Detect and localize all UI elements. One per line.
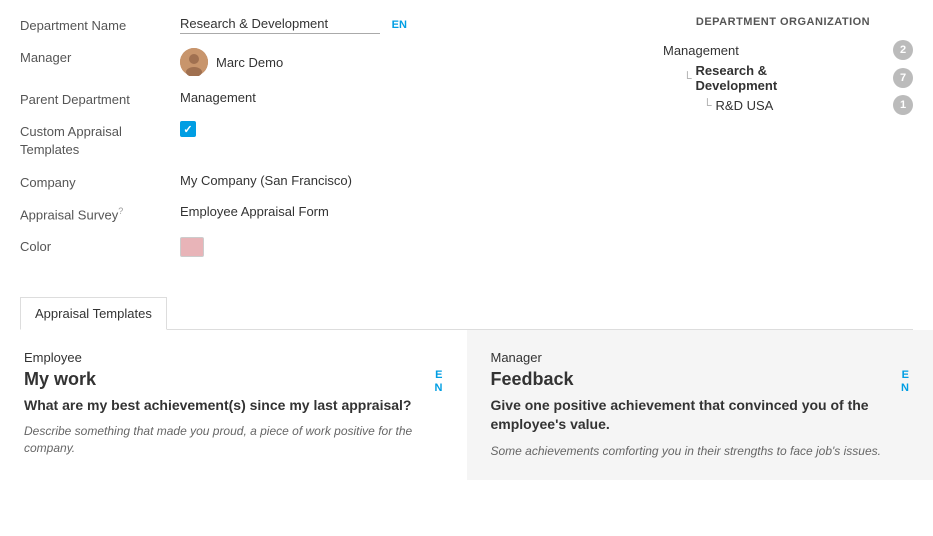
employee-lang1: E	[435, 369, 442, 381]
org-rnd-badge: 1	[893, 95, 913, 115]
org-research-line: └	[683, 71, 692, 85]
manager-name: Marc Demo	[216, 55, 283, 70]
tab-appraisal-templates[interactable]: Appraisal Templates	[20, 297, 167, 330]
manager-question: Give one positive achievement that convi…	[491, 396, 910, 435]
company-row: Company My Company (San Francisco)	[20, 173, 613, 190]
main-content: Department Name EN Manager Marc Demo	[0, 0, 933, 287]
appraisal-grid: Employee My work E N What are my best ac…	[0, 330, 933, 480]
org-rnd-indent: └ R&D USA	[703, 98, 773, 113]
department-name-lang: EN	[392, 19, 407, 31]
employee-desc: Describe something that made you proud, …	[24, 423, 443, 457]
manager-row: Manager Marc Demo	[20, 48, 613, 76]
employee-header-row: My work E N	[24, 369, 443, 396]
color-label: Color	[20, 237, 180, 254]
manager-desc: Some achievements comforting you in thei…	[491, 443, 910, 460]
org-section: DEPARTMENT ORGANIZATION Management 2 └ R…	[653, 16, 913, 271]
org-research-label: Research &Development	[696, 63, 778, 93]
department-name-input[interactable]	[180, 16, 380, 34]
manager-label: Manager	[20, 48, 180, 65]
manager-role: Manager	[491, 350, 910, 365]
parent-department-label: Parent Department	[20, 90, 180, 107]
color-value	[180, 237, 613, 257]
appraisal-survey-value: Employee Appraisal Form	[180, 204, 613, 219]
appraisal-survey-label: Appraisal Survey?	[20, 204, 180, 222]
employee-lang2: N	[435, 382, 443, 394]
company-value: My Company (San Francisco)	[180, 173, 613, 188]
manager-title: Feedback	[491, 369, 574, 390]
manager-lang2: N	[901, 382, 909, 394]
tabs-bar: Appraisal Templates	[20, 297, 913, 330]
manager-col: Manager Feedback E N Give one positive a…	[467, 330, 933, 480]
org-rnd-child: └ R&D USA 1	[683, 94, 913, 116]
org-management-row: Management 2	[663, 38, 913, 62]
appraisal-survey-superscript: ?	[118, 206, 123, 216]
color-row: Color	[20, 237, 613, 257]
org-rnd-label: R&D USA	[716, 98, 774, 113]
org-title: DEPARTMENT ORGANIZATION	[653, 16, 913, 28]
department-name-value: EN	[180, 16, 613, 34]
custom-appraisal-label: Custom Appraisal Templates	[20, 121, 180, 159]
org-tree: Management 2 └ Research &Development 7 └	[653, 38, 913, 116]
company-label: Company	[20, 173, 180, 190]
employee-role: Employee	[24, 350, 443, 365]
parent-department-row: Parent Department Management	[20, 90, 613, 107]
custom-appraisal-checkbox[interactable]	[180, 121, 613, 137]
appraisal-survey-row: Appraisal Survey? Employee Appraisal For…	[20, 204, 613, 222]
manager-value: Marc Demo	[180, 48, 613, 76]
department-name-label: Department Name	[20, 16, 180, 33]
org-management-badge: 2	[893, 40, 913, 60]
manager-lang-badges: E N	[901, 369, 909, 394]
manager-lang1: E	[902, 369, 909, 381]
employee-col: Employee My work E N What are my best ac…	[0, 330, 467, 480]
org-research-indent: └ Research &Development	[683, 63, 777, 93]
org-management-label: Management	[663, 43, 739, 58]
employee-lang-badges: E N	[435, 369, 443, 394]
org-rnd-row: └ R&D USA 1	[703, 94, 913, 116]
manager-header-row: Feedback E N	[491, 369, 910, 396]
checkbox-checked[interactable]	[180, 121, 196, 137]
color-swatch[interactable]	[180, 237, 204, 257]
org-rnd-line: └	[703, 98, 712, 112]
employee-question: What are my best achievement(s) since my…	[24, 396, 443, 416]
org-research-badge: 7	[893, 68, 913, 88]
parent-department-value: Management	[180, 90, 613, 105]
form-section: Department Name EN Manager Marc Demo	[20, 16, 613, 271]
avatar	[180, 48, 208, 76]
org-research-child: └ Research &Development 7 └ R&D USA 1	[663, 62, 913, 116]
department-name-row: Department Name EN	[20, 16, 613, 34]
custom-appraisal-row: Custom Appraisal Templates	[20, 121, 613, 159]
org-research-row: └ Research &Development 7	[683, 62, 913, 94]
employee-title: My work	[24, 369, 96, 390]
